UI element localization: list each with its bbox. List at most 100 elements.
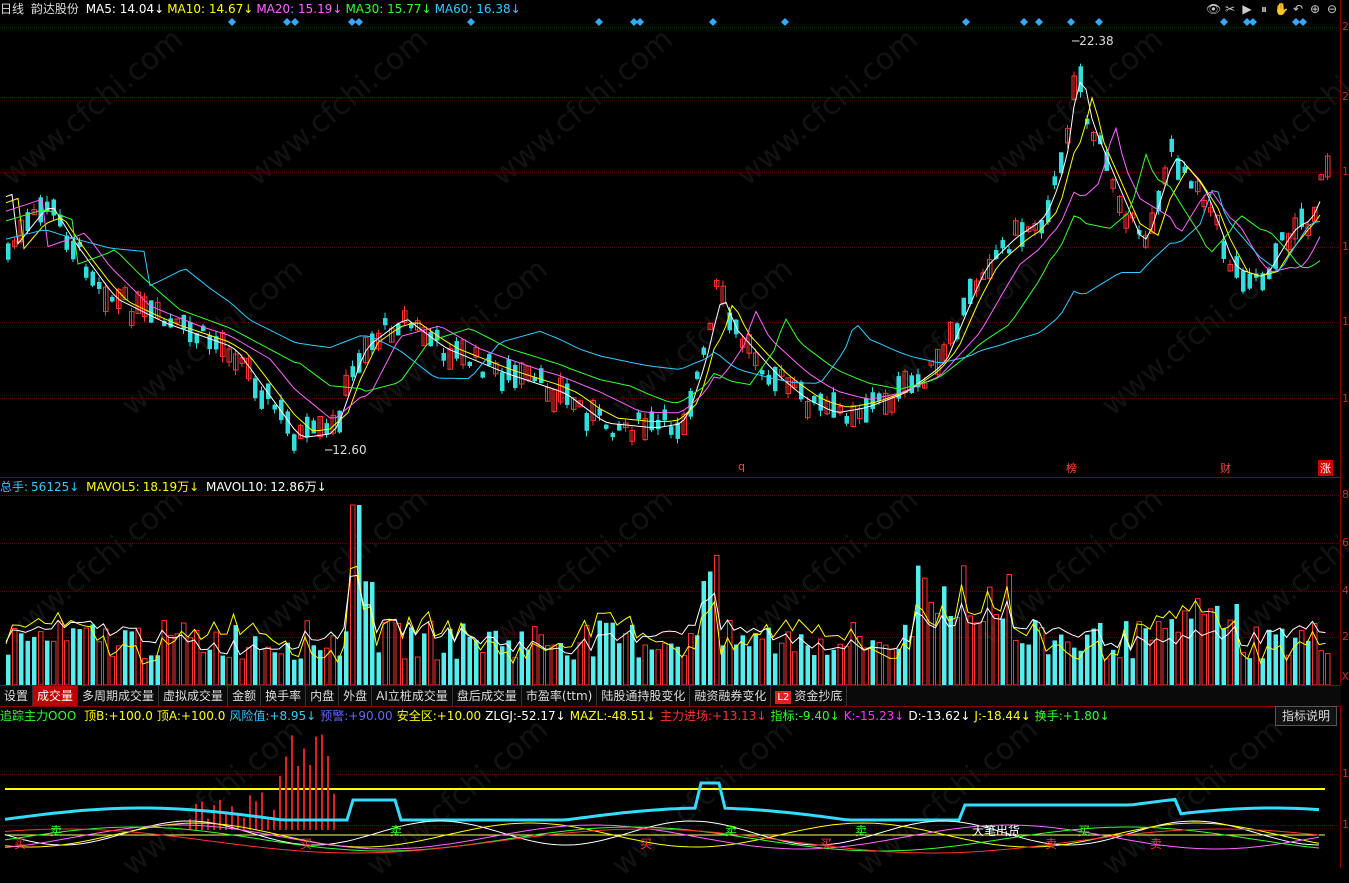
candle (383, 318, 388, 326)
candle (831, 392, 836, 418)
volume-bar (688, 632, 694, 685)
volume-bar (1325, 653, 1331, 685)
indicator-legend: 追踪主力OOO 顶B:+100.0 顶A:+100.0 风险值:+8.95↓ 预警:+… (0, 707, 1118, 725)
down-arrow-icon: ↓ (510, 2, 521, 16)
tab-10[interactable]: 市盈率(ttm) (522, 686, 598, 706)
down-arrow-icon: ↓ (829, 709, 840, 723)
eye-icon[interactable]: 👁 (1206, 2, 1221, 17)
volume-bar (1091, 628, 1096, 685)
indicator-help-button[interactable]: 指标说明 (1275, 706, 1337, 726)
ma-label: MA10: (167, 2, 206, 16)
volume-bar (1111, 649, 1116, 685)
ma-legend-item: MA60: 16.38↓ (435, 2, 521, 16)
tab-8[interactable]: AI立桩成交量 (372, 686, 453, 706)
candle (500, 372, 505, 391)
volume-bar (318, 650, 323, 685)
candle (1280, 232, 1285, 241)
volume-chart[interactable] (0, 495, 1341, 685)
event-flag[interactable]: 财 (1220, 460, 1231, 476)
volume-bar (1195, 598, 1201, 685)
volume-bar (278, 653, 284, 685)
minus-icon[interactable]: ⊖ (1325, 2, 1339, 17)
volume-bar (1280, 628, 1285, 685)
marker-diamond-icon (283, 18, 291, 26)
volume-bar (1085, 634, 1090, 685)
undo-icon[interactable]: ↶ (1291, 2, 1305, 17)
volume-bar (681, 654, 687, 685)
candle (292, 434, 297, 451)
tab-1[interactable]: 成交量 (33, 686, 79, 706)
indicator-name[interactable]: 追踪主力OOO (0, 709, 76, 723)
tab-13[interactable]: L2 资金抄底 (771, 686, 848, 706)
event-flag[interactable]: 涨 (1318, 460, 1333, 476)
chart-toolbar: 👁 ✂ ▶ ⏸ ✋ ↶ ⊕ ⊖ (1206, 2, 1339, 17)
tab-3[interactable]: 虚拟成交量 (159, 686, 229, 706)
volume-bar (382, 622, 388, 685)
tab-12[interactable]: 融资融券变化 (690, 686, 772, 706)
tab-2[interactable]: 多周期成交量 (78, 686, 160, 706)
volume-bar (454, 658, 459, 685)
pause-icon[interactable]: ⏸ (1257, 2, 1271, 17)
price-tick: 1 (1342, 392, 1349, 405)
mavol5-label: MAVOL5: (86, 480, 140, 494)
marker-diamond-icon (291, 18, 299, 26)
candle (311, 420, 316, 434)
signal-label: 卖 (1150, 837, 1162, 851)
volume-bar (64, 640, 70, 685)
price-chart[interactable] (0, 18, 1341, 477)
volume-bar (812, 655, 817, 685)
indicator-value: -48.51 (607, 709, 646, 723)
volume-bar (376, 652, 381, 685)
volume-bar (1046, 654, 1051, 685)
event-flag[interactable]: 榜 (1066, 460, 1077, 476)
tab-6[interactable]: 内盘 (306, 686, 340, 706)
volume-bar (1059, 634, 1064, 685)
candle (610, 432, 615, 438)
price-tick: 1 (1342, 240, 1349, 253)
candle (844, 415, 849, 424)
event-flag[interactable]: q (738, 460, 745, 473)
candle (467, 361, 472, 367)
candle (90, 271, 95, 286)
volume-bar (1020, 643, 1025, 685)
volume-bar (889, 648, 895, 685)
ma-label: MA20: (256, 2, 295, 16)
volume-bar (1072, 647, 1077, 685)
scissors-icon[interactable]: ✂ (1223, 2, 1237, 17)
volume-bar (174, 633, 180, 685)
ma-label: MA30: (345, 2, 384, 16)
volume-bar (1013, 639, 1019, 685)
marker-diamond-icon (1035, 18, 1043, 26)
volume-bar (19, 633, 24, 685)
volume-bar (45, 640, 50, 685)
indicator-chart[interactable]: 买卖买卖买卖买卖卖买卖大笔出货 (0, 725, 1341, 868)
volume-bar (1039, 627, 1045, 685)
ma60-line (5, 190, 1321, 384)
play-icon[interactable]: ▶ (1240, 2, 1254, 17)
tab-5[interactable]: 换手率 (261, 686, 307, 706)
tab-9[interactable]: 盘后成交量 (453, 686, 522, 706)
tab-7[interactable]: 外盘 (339, 686, 373, 706)
volume-bar (538, 634, 544, 685)
indicator-tabs: 设置 成交量 多周期成交量 虚拟成交量 金额 换手率 内盘 外盘 AI立桩成交量 盘后成交量 市盈率… (0, 685, 1341, 707)
indicator-label: 换手: (1034, 709, 1063, 723)
ma30-line (5, 152, 1321, 404)
volume-bar (636, 657, 641, 685)
hand-icon[interactable]: ✋ (1274, 2, 1289, 17)
tab-0[interactable]: 设置 (0, 686, 34, 706)
volume-bar (434, 659, 440, 685)
volume-bar (519, 631, 524, 685)
plus-icon[interactable]: ⊕ (1308, 2, 1322, 17)
volume-bar (395, 622, 401, 685)
volume-bar (649, 649, 654, 685)
candle (760, 370, 765, 375)
signal-label: 卖 (1045, 837, 1057, 851)
indicator-value: +13.13 (712, 709, 757, 723)
period-label[interactable]: 日线 (0, 2, 24, 16)
tab-11[interactable]: 陆股通持股变化 (597, 686, 691, 706)
volume-bar (734, 644, 739, 685)
candle (909, 375, 914, 394)
volume-bar (792, 651, 798, 685)
candle (864, 398, 869, 423)
tab-4[interactable]: 金额 (228, 686, 262, 706)
